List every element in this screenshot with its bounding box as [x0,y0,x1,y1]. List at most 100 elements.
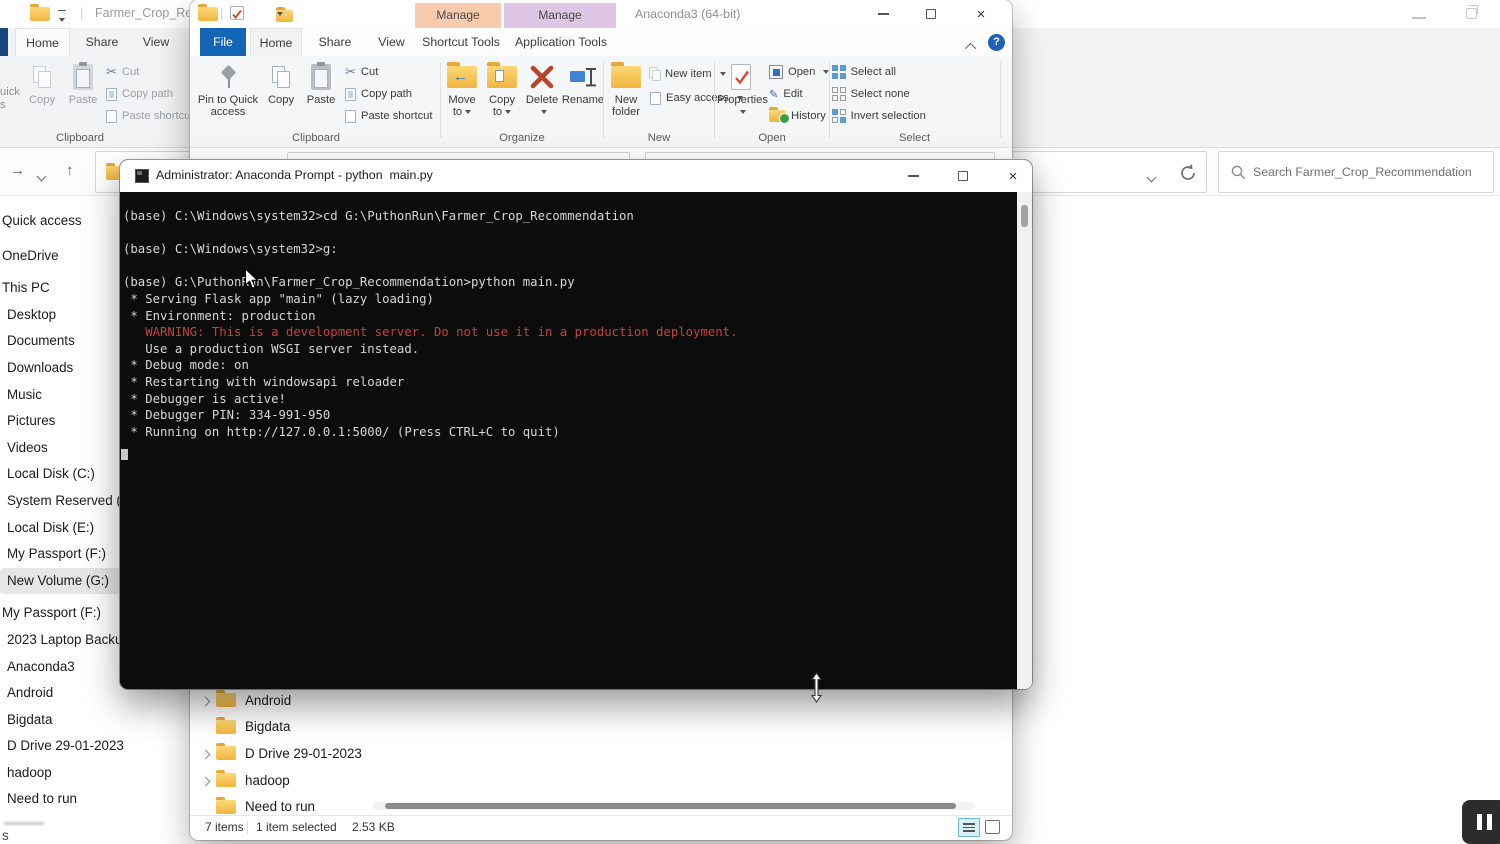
w1-qat-customize-icon[interactable] [58,10,66,29]
paste-shortcut-button[interactable]: Paste shortcut [345,106,433,126]
sidebar-item[interactable]: hadoop [0,760,124,787]
w1-paste-button[interactable]: Paste [66,60,100,106]
sidebar-item[interactable]: Local Disk (C:) [0,461,124,488]
sidebar-item[interactable]: Documents [0,328,124,355]
sidebar-item[interactable]: Downloads [0,355,124,382]
w1-copy-button[interactable]: Copy [25,60,59,106]
sidebar-item[interactable]: Quick access [0,208,124,235]
new-folder-button[interactable]: Newfolder [606,60,646,118]
tree-items: AndroidBigdataD Drive 29-01-2023hadoopNe… [190,687,375,820]
w1-paste-shortcut-button[interactable]: Paste shortcut [106,106,194,126]
open-button[interactable]: Open [769,62,829,82]
w2-tab-view[interactable]: View [368,28,415,56]
terminal-minimize-button[interactable] [896,162,930,190]
w1-copy-path-button[interactable]: Copy path [106,84,173,104]
delete-icon [523,60,561,94]
w1-tab-view[interactable]: View [132,28,180,56]
w2-tab-shortcut-tools[interactable]: Shortcut Tools [417,28,505,56]
new-group-label: New [606,132,712,144]
terminal-close-button[interactable]: × [996,162,1030,190]
sidebar-item[interactable]: 2023 Laptop Backup [0,627,124,654]
copy-button[interactable]: Copy [263,60,299,106]
w1-clipboard-group: uick s Copy Paste ✂Cut Copy path Paste s… [0,58,190,146]
w2-tab-file[interactable]: File [200,28,246,56]
details-view-button[interactable] [958,818,980,837]
w2-tab-home[interactable]: Home [250,28,302,56]
video-pause-overlay[interactable] [1462,800,1500,844]
sidebar-item[interactable]: Bigdata [0,707,124,734]
w1-cut-button[interactable]: ✂Cut [106,62,139,82]
cut-button[interactable]: ✂Cut [345,62,378,82]
manage-application-tools-header[interactable]: Manage [504,3,616,28]
terminal-maximize-button[interactable] [946,162,980,190]
w1-tab-file[interactable] [0,28,8,56]
up-icon[interactable]: ↑ [66,162,74,179]
history-button[interactable]: History [769,106,826,126]
terminal-scrollbar-thumb[interactable] [1021,205,1028,227]
w2-close-button[interactable]: × [964,0,998,28]
terminal-line: * Running on http://127.0.0.1:5000/ (Pre… [123,424,737,441]
sidebar-item[interactable]: My Passport (F:) [0,600,124,627]
properties-button[interactable]: Properties [717,60,765,118]
sidebar-item[interactable]: Need to run [0,786,124,813]
tree-item[interactable]: Android [190,687,375,714]
sidebar-item[interactable]: System Reserved (D [0,488,124,515]
tree-item[interactable]: Bigdata [190,714,375,741]
copy-to-button[interactable]: Copyto [483,60,521,118]
sidebar-item[interactable]: D Drive 29-01-2023 [0,733,124,760]
sidebar-item[interactable]: My Passport (F:) [0,541,124,568]
w2-minimize-button[interactable] [866,0,900,28]
sidebar-item[interactable]: New Volume (G:) [0,568,124,595]
move-to-button[interactable]: ← Moveto [443,60,481,118]
horizontal-scrollbar-thumb[interactable] [385,803,956,809]
tree-expand-chevron-icon[interactable] [202,746,215,761]
sidebar-item[interactable]: Android [0,680,124,707]
sidebar-item[interactable]: Anaconda3 [0,654,124,681]
sidebar-item[interactable]: Videos [0,435,124,462]
w2-maximize-button[interactable] [914,0,948,28]
ribbon-collapse-icon[interactable] [968,38,976,56]
select-all-button[interactable]: Select all [832,62,896,82]
rename-button[interactable]: Rename [561,60,605,106]
w1-tab-share[interactable]: Share [76,28,128,56]
w2-qat-separator2: | [284,5,287,20]
sidebar-item[interactable]: Pictures [0,408,124,435]
w1-search-box[interactable]: Search Farmer_Crop_Recommendation [1218,151,1494,193]
tree-expand-chevron-icon[interactable] [202,773,215,788]
address-dropdown-icon[interactable] [1148,168,1155,186]
horizontal-scrollbar[interactable] [373,802,975,810]
w1-tab-home[interactable]: Home [15,28,70,56]
qat-checkbox-icon[interactable] [230,6,244,20]
status-selection: 1 item selected [256,820,337,834]
select-none-button[interactable]: Select none [832,84,910,104]
copy-path-button[interactable]: Copy path [345,84,412,104]
folder-icon [216,800,236,814]
w1-minimize-button[interactable] [1412,17,1426,19]
qat-customize-chevron-icon[interactable] [277,12,283,16]
manage-shortcut-tools-header[interactable]: Manage [415,3,501,28]
sidebar-item[interactable]: Desktop [0,302,124,329]
tree-item-label: hadoop [245,773,290,788]
clipboard-group-label: Clipboard [195,132,437,144]
terminal-scrollbar[interactable] [1017,192,1032,689]
help-icon[interactable]: ? [988,34,1005,51]
invert-selection-button[interactable]: Invert selection [832,106,926,126]
refresh-icon[interactable] [1178,163,1198,183]
delete-button[interactable]: Delete [523,60,561,118]
pin-to-quick-access-button[interactable]: Pin to Quickaccess [197,60,259,118]
w1-restore-button[interactable] [1466,8,1477,19]
icons-view-button[interactable] [985,820,1000,834]
w2-tab-application-tools[interactable]: Application Tools [508,28,614,56]
paste-button[interactable]: Paste [303,60,339,106]
edit-button[interactable]: ✎ Edit [769,84,803,104]
tree-expand-chevron-icon[interactable] [202,693,215,708]
sidebar-item[interactable]: Music [0,382,124,409]
sidebar-item[interactable]: This PC [0,275,124,302]
tree-item[interactable]: D Drive 29-01-2023 [190,740,375,767]
sidebar-item[interactable]: OneDrive [0,243,124,270]
tree-item[interactable]: hadoop [190,767,375,794]
sidebar-item[interactable]: Local Disk (E:) [0,515,124,542]
w2-tab-share[interactable]: Share [308,28,362,56]
forward-icon[interactable]: → [10,162,25,179]
nav-history-chevron-icon[interactable] [38,167,45,185]
